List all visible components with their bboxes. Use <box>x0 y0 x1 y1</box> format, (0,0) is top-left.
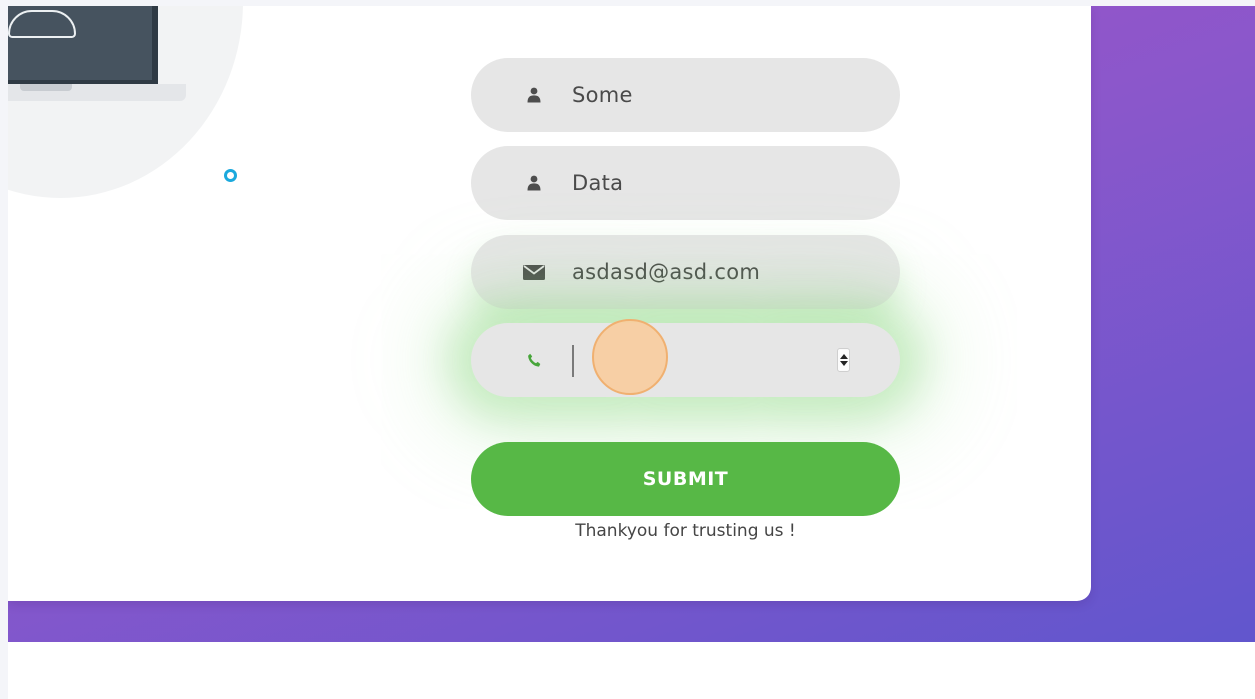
number-spinner[interactable] <box>837 348 850 372</box>
form-card: Some Data asdasd@asd.com SUBMIT Thankyou… <box>8 6 1091 601</box>
laptop-base <box>8 84 186 101</box>
thank-you-text: Thankyou for trusting us ! <box>575 521 796 541</box>
click-indicator <box>592 319 668 395</box>
submit-button[interactable]: SUBMIT <box>471 442 900 516</box>
user-icon <box>523 58 545 132</box>
user-icon <box>523 146 545 220</box>
spinner-down-arrow-icon[interactable] <box>839 361 848 366</box>
last-name-field[interactable]: Data <box>471 146 900 220</box>
spinner-up-arrow-icon[interactable] <box>839 354 848 359</box>
email-value[interactable]: asdasd@asd.com <box>572 235 760 309</box>
laptop-screen <box>8 6 158 84</box>
decorative-ring <box>224 169 237 182</box>
last-name-value[interactable]: Data <box>572 146 623 220</box>
laptop-base-notch <box>20 84 72 91</box>
phone-icon <box>523 323 545 397</box>
first-name-field[interactable]: Some <box>471 58 900 132</box>
text-cursor <box>572 345 574 377</box>
email-field[interactable]: asdasd@asd.com <box>471 235 900 309</box>
envelope-icon <box>523 235 545 309</box>
phone-field[interactable] <box>471 323 900 397</box>
page-stage: Some Data asdasd@asd.com SUBMIT Thankyou… <box>8 6 1255 699</box>
first-name-value[interactable]: Some <box>572 58 633 132</box>
dome-shape <box>8 10 76 38</box>
